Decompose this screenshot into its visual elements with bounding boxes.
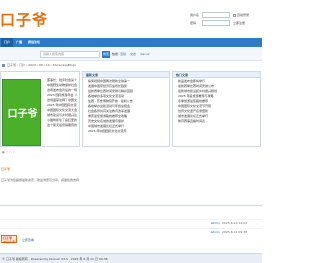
list-item[interactable]: 体育赛事直播时间表 xyxy=(176,119,257,124)
footer-text: © 口子爷 版权所有 · Powered by Discuz! X3.5 · 2… xyxy=(2,257,108,261)
slide-indicator[interactable]: ● ○ ○ ○ xyxy=(2,150,15,154)
ad-banner[interactable]: 口子爷 本站资源 xyxy=(1,235,17,244)
list-item[interactable]: 这个夏天最值得期待的旅游地 xyxy=(45,123,77,128)
intro-text: 口子爷为您提供最新资讯，欢迎浏览与分享，感谢您的支持 xyxy=(1,178,80,182)
hot-link-3[interactable]: discuz xyxy=(140,52,149,56)
table-row[interactable]: admin 2025-6-10 12:03 xyxy=(0,219,262,226)
row-date: 2025-6-10 12:03 xyxy=(222,221,248,225)
auto-login-checkbox[interactable] xyxy=(233,13,236,17)
home-icon[interactable] xyxy=(2,63,5,67)
intro-section: 口子爷 口子爷为您提供最新资讯，欢迎浏览与分享，感谢您的支持 xyxy=(0,167,262,182)
register-link[interactable]: 立即注册 xyxy=(233,21,245,25)
username-label: 用户名 xyxy=(190,13,200,17)
nav-portal[interactable]: 门户 xyxy=(1,38,14,47)
breadcrumb-text[interactable]: 口子爷 › 门户 › 2023 › 09 › 14 › ShowcaseBlog… xyxy=(7,63,76,67)
breadcrumb: 口子爷 › 门户 › 2023 › 09 › 14 › ShowcaseBlog… xyxy=(2,63,76,68)
search-button[interactable]: 搜索 xyxy=(102,51,110,58)
search-bar: 请输入搜索内容 搜索 热搜: 活动 交友 discuz xyxy=(0,47,262,61)
username-row: 用户名 自动登录 xyxy=(190,12,260,18)
site-header: 口子爷 用户名 自动登录 密码 立即注册 xyxy=(0,0,262,38)
intro-title: 口子爷 xyxy=(1,167,11,171)
hot-search-label: 热搜: xyxy=(112,52,120,56)
banner-image[interactable]: 口子爷 xyxy=(2,79,41,146)
nav-forum[interactable]: 群组论坛 xyxy=(25,38,43,47)
banner-panel: 口子爷 董事长：批评社会某个躁动社会文化 中国野生动物保护社会研讨会 这场发布会… xyxy=(0,71,80,147)
site-footer: © 口子爷 版权所有 · Powered by Discuz! X3.5 · 2… xyxy=(0,253,262,263)
hot-articles-list: 新品发布会即将举行 最新赛季比赛时间安排公布 最新城市建设和乡村振兴规划 202… xyxy=(173,78,260,125)
site-logo[interactable]: 口子爷 xyxy=(0,9,48,30)
hot-link-2[interactable]: 交友 xyxy=(130,52,136,56)
table-row[interactable]: admin 2025-6-11 09:38 xyxy=(0,228,262,235)
nav-broadcast[interactable]: 广播 xyxy=(13,38,25,47)
row-author[interactable]: admin xyxy=(211,221,220,225)
main-nav: 门户 广播 群组论坛 xyxy=(0,38,262,47)
row-date: 2025-6-11 09:38 xyxy=(222,230,248,234)
banner-logo-text: 口子爷 xyxy=(7,109,38,120)
row-author[interactable]: admin xyxy=(211,230,220,234)
search-input[interactable]: 请输入搜索内容 xyxy=(40,51,100,58)
ad-link[interactable]: 立即查看 xyxy=(22,238,34,242)
latest-articles-panel: 最新文章 搞笑视频中国再次刷新全球第一 发展中国家经济高速增长趋势 最新赛季比赛… xyxy=(82,71,170,147)
latest-articles-list: 搞笑视频中国再次刷新全球第一 发展中国家经济高速增长趋势 最新赛季比赛时间安排与… xyxy=(83,78,169,135)
hot-articles-panel: 热门文章 新品发布会即将举行 最新赛季比赛时间安排公布 最新城市建设和乡村振兴规… xyxy=(172,71,261,147)
banner-side-list: 董事长：批评社会某个躁动社会文化 中国野生动物保护社会研讨会 这场发布会背后的一… xyxy=(42,77,80,129)
password-row: 密码 立即注册 xyxy=(190,20,260,26)
auto-login-option[interactable]: 自动登录 xyxy=(233,13,249,17)
username-input[interactable] xyxy=(202,12,230,18)
hot-link-1[interactable]: 活动 xyxy=(120,52,126,56)
post-list-section: admin 2025-6-10 12:03 admin 2025-6-11 09… xyxy=(0,205,262,235)
password-label: 密码 xyxy=(190,21,197,25)
list-item[interactable]: 2025 年中国国际文化交流周 xyxy=(86,129,166,134)
ad-subtitle: 本站资源 xyxy=(3,240,16,244)
password-input[interactable] xyxy=(202,20,230,26)
